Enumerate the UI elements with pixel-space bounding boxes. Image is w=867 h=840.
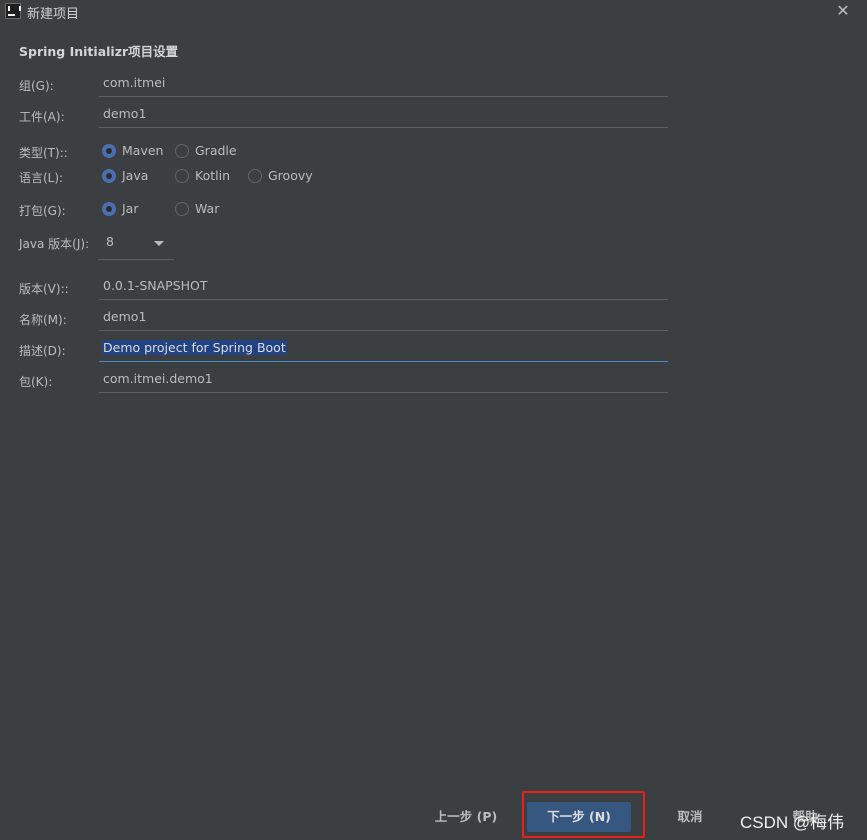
next-button[interactable]: 下一步 (N) <box>527 802 631 832</box>
version-value: 0.0.1-SNAPSHOT <box>103 278 208 293</box>
window-title: 新建项目 <box>27 7 80 22</box>
radio-label: War <box>195 201 220 216</box>
description-value: Demo project for Spring Boot <box>102 340 287 355</box>
artifact-value: demo1 <box>103 106 147 121</box>
version-label: 版本(V):: <box>19 282 69 296</box>
radio-label: Java <box>122 168 149 183</box>
artifact-field[interactable]: demo1 <box>99 102 668 128</box>
name-label: 名称(M): <box>19 313 67 327</box>
group-label: 组(G): <box>19 79 54 93</box>
version-field[interactable]: 0.0.1-SNAPSHOT <box>99 274 668 300</box>
radio-unchecked-icon <box>248 169 262 183</box>
title-bar: 新建项目 ✕ <box>0 0 867 24</box>
chevron-down-icon <box>154 241 164 246</box>
group-value: com.itmei <box>103 75 166 90</box>
radio-label: Groovy <box>268 168 313 183</box>
radio-unchecked-icon <box>175 144 189 158</box>
package-value: com.itmei.demo1 <box>103 371 213 386</box>
cancel-button[interactable]: 取消 <box>660 803 720 831</box>
radio-label: Kotlin <box>195 168 230 183</box>
section-title: Spring Initializr项目设置 <box>19 44 179 59</box>
packaging-label: 打包(G): <box>19 204 66 218</box>
intellij-app-icon <box>5 3 21 19</box>
description-field[interactable]: Demo project for Spring Boot <box>99 336 668 362</box>
radio-unchecked-icon <box>175 169 189 183</box>
csdn-watermark: CSDN @梅伟 <box>740 813 845 832</box>
radio-checked-icon <box>102 169 116 183</box>
radio-checked-icon <box>102 144 116 158</box>
java-version-select[interactable]: 8 <box>98 229 174 260</box>
radio-label: Jar <box>122 201 139 216</box>
radio-checked-icon <box>102 202 116 216</box>
name-value: demo1 <box>103 309 147 324</box>
radio-unchecked-icon <box>175 202 189 216</box>
type-label: 类型(T):: <box>19 146 68 160</box>
description-label: 描述(D): <box>19 344 66 358</box>
java-version-value: 8 <box>106 234 114 249</box>
close-icon[interactable]: ✕ <box>833 1 853 21</box>
radio-label: Maven <box>122 143 164 158</box>
artifact-label: 工件(A): <box>19 110 65 124</box>
previous-button[interactable]: 上一步 (P) <box>428 803 504 831</box>
group-field[interactable]: com.itmei <box>99 71 668 97</box>
java-version-label: Java 版本(J): <box>19 237 90 251</box>
name-field[interactable]: demo1 <box>99 305 668 331</box>
package-field[interactable]: com.itmei.demo1 <box>99 367 668 393</box>
radio-label: Gradle <box>195 143 237 158</box>
package-label: 包(K): <box>19 375 53 389</box>
language-label: 语言(L): <box>19 171 64 185</box>
